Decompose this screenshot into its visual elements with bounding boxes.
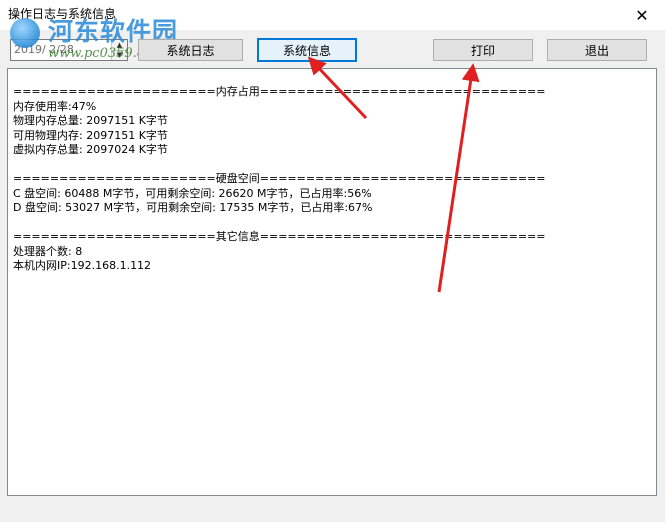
info-line: 虚拟内存总量: 2097024 K字节 bbox=[13, 143, 168, 156]
info-line: 可用物理内存: 2097151 K字节 bbox=[13, 128, 168, 142]
info-line bbox=[13, 216, 656, 231]
close-button[interactable]: ✕ bbox=[619, 0, 665, 30]
info-line: 本机内网IP:192.168.1.112 bbox=[13, 259, 152, 272]
info-line bbox=[13, 158, 656, 173]
date-spinner[interactable]: ▲ ▼ bbox=[111, 40, 127, 60]
info-line: D 盘空间: 53027 M字节，可用剩余空间: 17535 M字节，已占用率:… bbox=[13, 201, 373, 214]
date-picker[interactable]: 2019/ 2/28 ▲ ▼ bbox=[10, 39, 128, 61]
info-line: 物理内存总量: 2097151 K字节 bbox=[13, 114, 168, 127]
info-line: 内存使用率:47% bbox=[13, 99, 97, 113]
system-info-button[interactable]: 系统信息 bbox=[257, 38, 357, 62]
print-button[interactable]: 打印 bbox=[433, 39, 533, 61]
window-title: 操作日志与系统信息 bbox=[8, 7, 117, 21]
exit-button[interactable]: 退出 bbox=[547, 39, 647, 61]
date-value: 2019/ 2/28 bbox=[14, 43, 74, 56]
info-line: ======================硬盘空间==============… bbox=[13, 172, 546, 185]
spin-down-icon[interactable]: ▼ bbox=[112, 50, 127, 60]
info-text-area[interactable]: ======================内存占用==============… bbox=[7, 68, 657, 496]
close-icon: ✕ bbox=[635, 5, 649, 25]
info-line: ======================内存占用==============… bbox=[13, 85, 546, 98]
title-bar: 操作日志与系统信息 ✕ bbox=[0, 0, 665, 30]
system-log-button[interactable]: 系统日志 bbox=[138, 39, 243, 61]
info-line: C 盘空间: 60488 M字节，可用剩余空间: 26620 M字节，已占用率:… bbox=[13, 186, 372, 200]
info-line: 处理器个数: 8 bbox=[13, 244, 83, 258]
info-line: ======================其它信息==============… bbox=[13, 230, 546, 243]
